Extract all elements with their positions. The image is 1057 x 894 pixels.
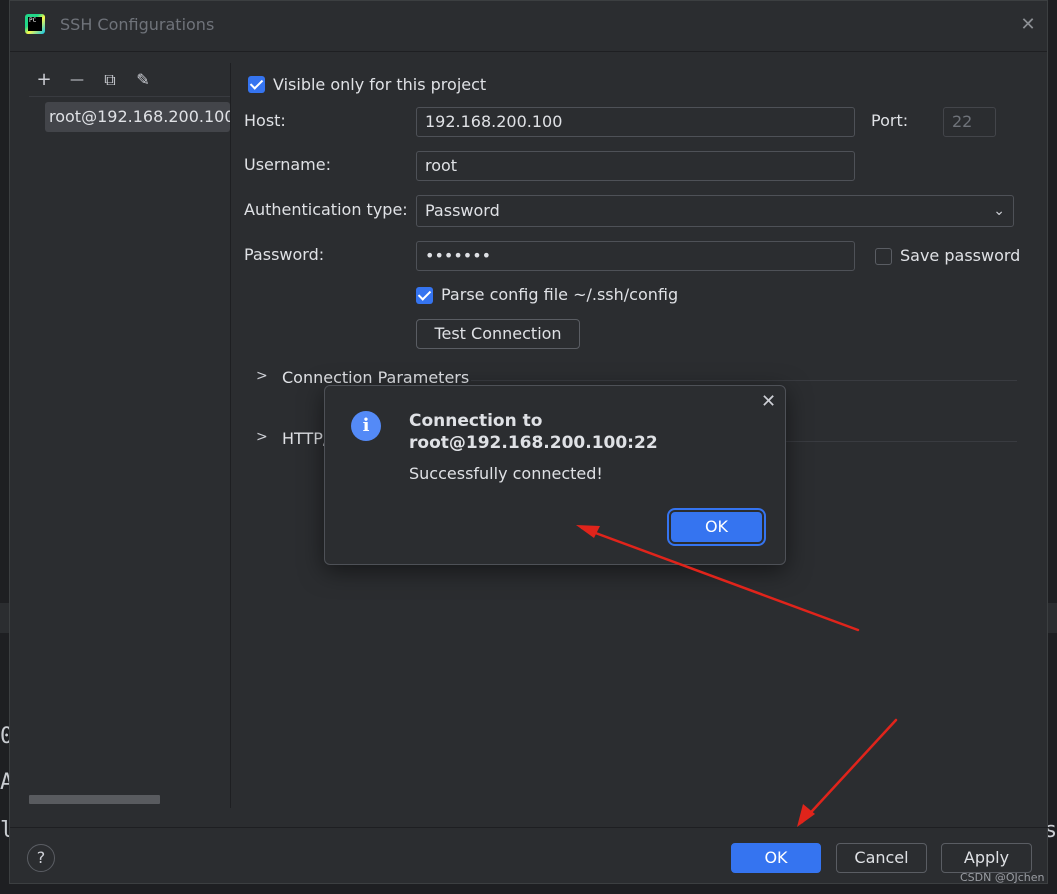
annotation-arrowhead-ok [797, 804, 815, 827]
annotation-arrowhead-popup [576, 525, 600, 538]
watermark: CSDN @OJchen [960, 871, 1045, 884]
annotation-arrow-ok [800, 718, 898, 824]
annotation-arrows [576, 525, 898, 827]
annotation-arrow-popup [580, 526, 860, 632]
